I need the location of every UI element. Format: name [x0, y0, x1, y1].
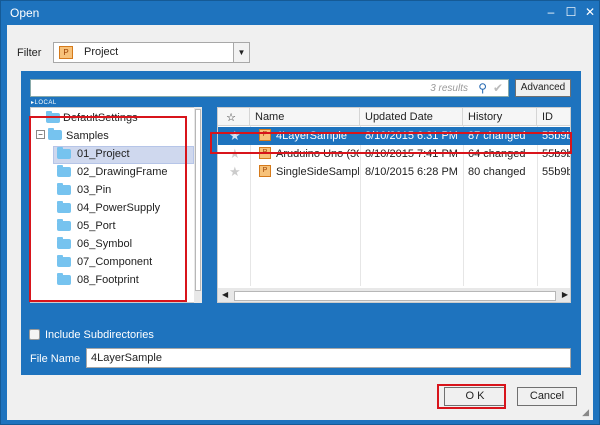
- check-icon[interactable]: ✔: [493, 81, 503, 95]
- maximize-icon[interactable]: ☐: [562, 4, 580, 20]
- folder-icon: [57, 165, 71, 177]
- dialog-body: Filter P Project ▼ 3 results ⚲ ✔ Advance…: [7, 25, 593, 420]
- title-bar[interactable]: Open – ☐ ✕: [1, 1, 599, 25]
- filename-panel: File Name 4LayerSample: [21, 341, 581, 375]
- filename-label: File Name: [30, 353, 81, 365]
- table-row[interactable]: ★ P 4LayerSample 8/10/2015 6:31 PM 87 ch…: [218, 127, 570, 145]
- filter-value: Project: [84, 46, 119, 58]
- resize-grip-icon[interactable]: ◢: [582, 407, 589, 418]
- tree-item-03-pin[interactable]: 03_Pin: [53, 183, 194, 201]
- scroll-left-icon[interactable]: ◀: [222, 290, 228, 299]
- folder-icon: [57, 255, 71, 267]
- tree-item-05-port[interactable]: 05_Port: [53, 219, 194, 237]
- minimize-icon[interactable]: –: [542, 4, 560, 20]
- scrollbar-thumb[interactable]: [195, 109, 201, 291]
- ok-button[interactable]: O K: [444, 387, 506, 406]
- advanced-button[interactable]: Advanced: [515, 79, 571, 97]
- table-row[interactable]: ★ P SingleSideSample 8/10/2015 6:28 PM 8…: [218, 163, 570, 181]
- open-dialog: Open – ☐ ✕ Filter P Project ▼ 3 results …: [0, 0, 600, 425]
- tree-item-06-symbol[interactable]: 06_Symbol: [53, 237, 194, 255]
- column-header-updated-date[interactable]: Updated Date: [360, 108, 463, 126]
- folder-icon: [57, 273, 71, 285]
- include-subdirectories-option[interactable]: Include Subdirectories: [29, 329, 154, 341]
- browser-panel: 3 results ⚲ ✔ Advanced ▸LOCAL DefaultSet…: [21, 71, 581, 345]
- project-icon: P: [259, 129, 271, 141]
- folder-icon: [48, 128, 62, 140]
- tree-item-defaultsettings[interactable]: DefaultSettings: [43, 111, 193, 129]
- folder-icon: [57, 219, 71, 231]
- search-input[interactable]: 3 results ⚲ ✔: [30, 79, 509, 97]
- star-icon[interactable]: ★: [229, 128, 241, 144]
- search-icon[interactable]: ⚲: [478, 81, 487, 95]
- grid-horizontal-scrollbar[interactable]: ◀ ▶: [218, 288, 570, 302]
- close-icon[interactable]: ✕: [581, 4, 599, 20]
- include-subdirectories-checkbox[interactable]: [29, 329, 40, 340]
- results-count: 3 results: [430, 83, 468, 94]
- folder-tree[interactable]: DefaultSettings − Samples 01_Project 02_…: [30, 107, 202, 303]
- column-header-history[interactable]: History: [463, 108, 537, 126]
- folder-icon: [57, 237, 71, 249]
- tree-item-08-footprint[interactable]: 08_Footprint: [53, 273, 194, 291]
- project-icon: P: [259, 165, 271, 177]
- column-header-favorite[interactable]: ☆: [218, 108, 250, 126]
- tree-scrollbar[interactable]: [194, 107, 202, 303]
- star-icon[interactable]: ★: [229, 146, 241, 162]
- results-grid[interactable]: ☆ Name Updated Date History ID ★ P 4Laye…: [217, 107, 571, 303]
- column-header-name[interactable]: Name: [250, 108, 360, 126]
- filename-field[interactable]: 4LayerSample: [86, 348, 571, 368]
- folder-icon: [57, 183, 71, 195]
- scrollbar-thumb[interactable]: [234, 291, 556, 301]
- tree-item-04-powersupply[interactable]: 04_PowerSupply: [53, 201, 194, 219]
- scroll-right-icon[interactable]: ▶: [562, 290, 568, 299]
- folder-icon: [46, 111, 60, 123]
- tree-item-samples[interactable]: − Samples: [31, 128, 191, 147]
- project-icon: P: [59, 46, 73, 59]
- collapse-icon[interactable]: −: [36, 130, 45, 139]
- tree-item-07-component[interactable]: 07_Component: [53, 255, 194, 273]
- cancel-button[interactable]: Cancel: [517, 387, 577, 406]
- window-title: Open: [10, 6, 40, 20]
- filter-select[interactable]: P Project ▼: [53, 42, 250, 63]
- project-icon: P: [259, 147, 271, 159]
- folder-icon: [57, 201, 71, 213]
- location-label: ▸LOCAL: [31, 100, 57, 106]
- filter-label: Filter: [17, 47, 42, 59]
- tree-item-02-drawingframe[interactable]: 02_DrawingFrame: [53, 165, 194, 183]
- column-header-id[interactable]: ID: [537, 108, 570, 126]
- folder-icon: [57, 147, 71, 159]
- star-icon[interactable]: ★: [229, 164, 241, 180]
- tree-item-01-project[interactable]: 01_Project: [53, 146, 194, 164]
- table-row[interactable]: ★ P Aruduino Uno (300 8/10/2015 7:41 PM …: [218, 145, 570, 163]
- chevron-down-icon[interactable]: ▼: [233, 43, 249, 62]
- include-subdirectories-label: Include Subdirectories: [45, 329, 154, 341]
